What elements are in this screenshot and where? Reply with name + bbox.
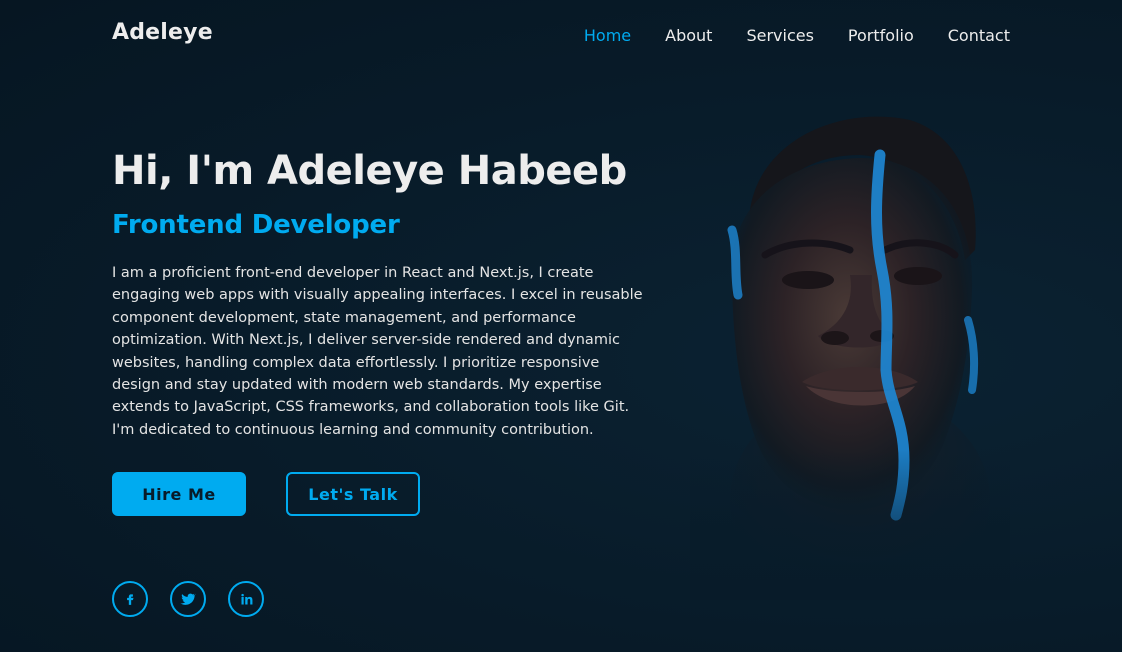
main-nav: Home About Services Portfolio Contact [584,26,1010,45]
site-logo[interactable]: Adeleye [112,20,213,45]
nav-home[interactable]: Home [584,26,631,45]
hire-me-button[interactable]: Hire Me [112,472,246,516]
nav-about[interactable]: About [665,26,712,45]
hero-section: Hi, I'm Adeleye Habeeb Frontend Develope… [112,142,672,441]
hero-title: Hi, I'm Adeleye Habeeb [112,148,627,194]
nav-services[interactable]: Services [746,26,813,45]
twitter-link[interactable] [170,581,206,617]
nav-portfolio[interactable]: Portfolio [848,26,914,45]
profile-photo [690,100,1010,610]
twitter-icon [180,591,196,607]
nav-contact[interactable]: Contact [948,26,1010,45]
facebook-link[interactable] [112,581,148,617]
hero-subtitle: Frontend Developer [112,210,400,240]
facebook-icon [123,592,137,606]
lets-talk-button[interactable]: Let's Talk [286,472,420,516]
linkedin-link[interactable] [228,581,264,617]
page: Adeleye Home About Services Portfolio Co… [0,0,1122,652]
social-links [112,581,264,617]
hero-description: I am a proficient front-end developer in… [112,265,643,438]
linkedin-icon [239,592,254,607]
